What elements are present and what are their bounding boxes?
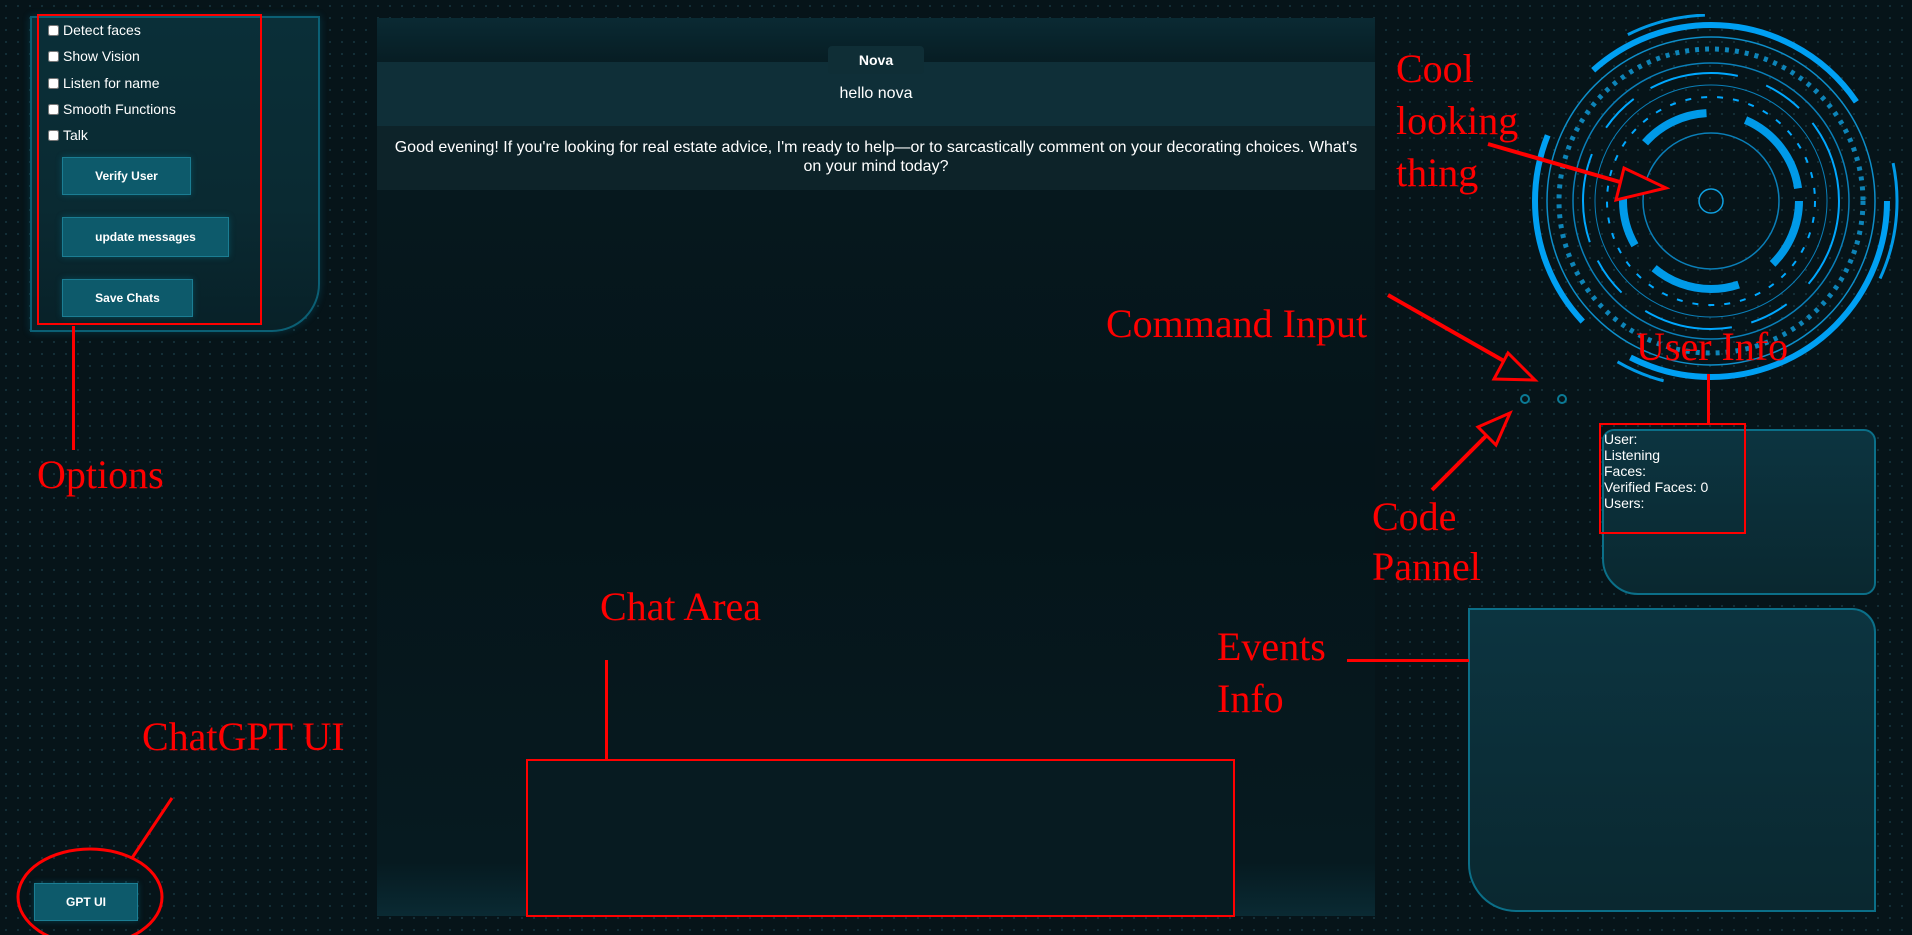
chat-area-annotation: Chat Area xyxy=(600,584,762,629)
assistant-message: Good evening! If you're looking for real… xyxy=(377,126,1375,190)
command-input-annotation: Command Input xyxy=(1106,301,1368,346)
chat-input-highlight-box xyxy=(526,759,1235,917)
code-panel-dot[interactable] xyxy=(1520,394,1530,404)
user-info-annotation: User Info xyxy=(1636,324,1789,369)
chatgpt-ui-pointer xyxy=(16,797,174,935)
cool-thing-annotation-1: Cool xyxy=(1396,46,1474,91)
cool-thing-arrow xyxy=(1487,142,1670,203)
events-info-pointer-line xyxy=(1347,659,1469,662)
cool-thing-annotation-3: thing xyxy=(1396,150,1479,195)
options-highlight-box xyxy=(37,14,262,325)
code-panel-annotation-1: Code xyxy=(1372,494,1457,539)
assistant-name-tag: Nova xyxy=(828,46,924,74)
code-panel-annotation-2: Pannel xyxy=(1372,544,1481,589)
events-info-annotation-2: Info xyxy=(1217,676,1284,721)
events-info-panel xyxy=(1468,608,1876,912)
chat-area-pointer-line xyxy=(605,660,608,760)
command-input-dot[interactable] xyxy=(1557,394,1567,404)
code-panel-arrow xyxy=(1430,410,1513,492)
options-annotation: Options xyxy=(37,452,164,497)
command-input-arrow xyxy=(1387,293,1539,382)
user-info-pointer-line xyxy=(1707,374,1710,424)
events-info-annotation-1: Events xyxy=(1217,624,1326,669)
user-info-highlight-box xyxy=(1599,423,1746,534)
chatgpt-ui-annotation: ChatGPT UI xyxy=(142,714,345,759)
options-pointer-line xyxy=(72,326,75,450)
